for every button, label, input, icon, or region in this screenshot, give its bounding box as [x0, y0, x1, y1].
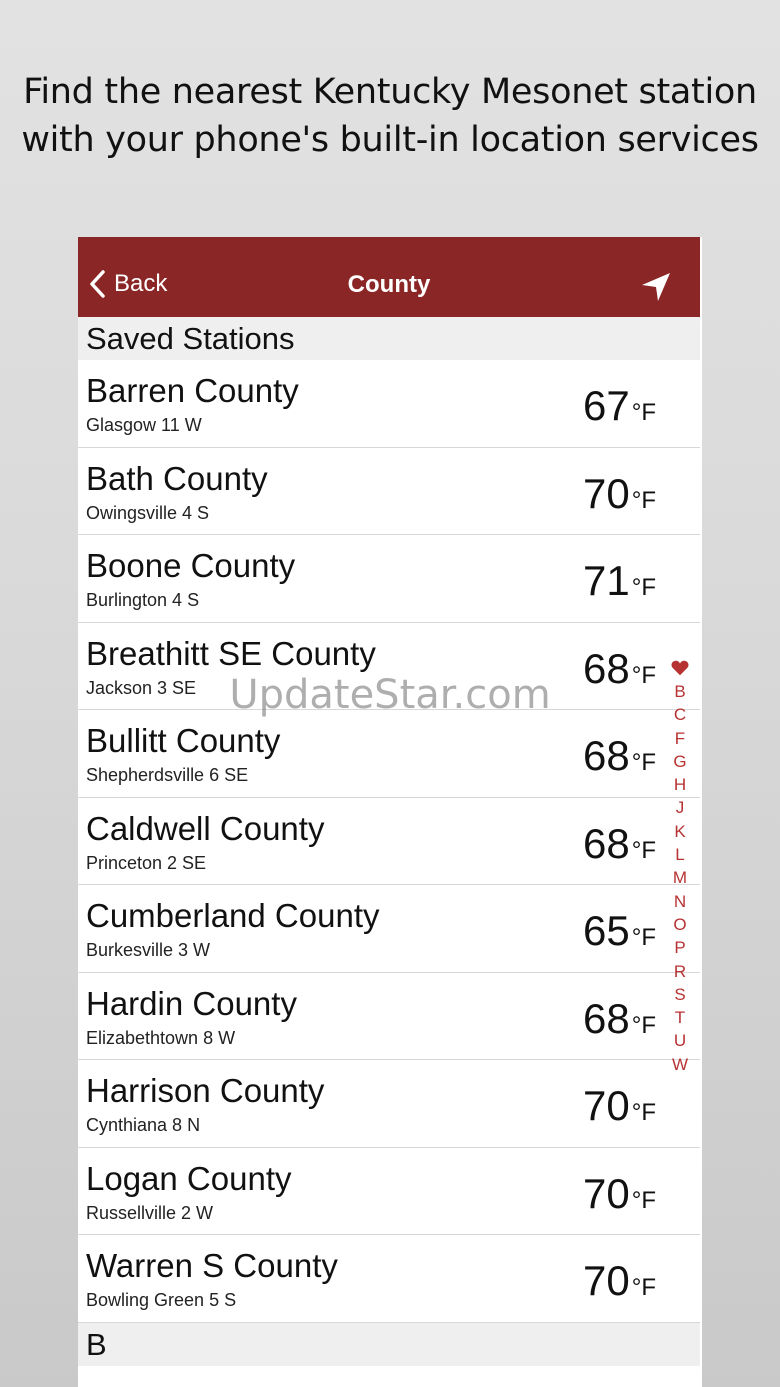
index-letter[interactable]: L	[675, 843, 684, 866]
navigation-bar: Back County	[78, 237, 700, 317]
station-row[interactable]: Breathitt SE County Jackson 3 SE 68°F	[78, 622, 700, 710]
caption-line-2: with your phone's built-in location serv…	[21, 120, 759, 160]
station-row[interactable]: Hardin County Elizabethtown 8 W 68°F	[78, 972, 700, 1060]
location-arrow-icon[interactable]	[640, 271, 672, 303]
index-letter[interactable]: O	[673, 913, 686, 936]
temperature-unit: °F	[631, 1186, 656, 1214]
caption-line-1: Find the nearest Kentucky Mesonet statio…	[23, 72, 757, 112]
temperature-unit: °F	[631, 1274, 656, 1301]
station-county-name: Harrison County	[86, 1072, 325, 1109]
station-county-name: Bath County	[86, 459, 268, 497]
temperature-value: 70	[583, 1169, 630, 1217]
index-letter[interactable]: C	[674, 703, 686, 726]
station-county-name: Barren County	[86, 372, 299, 409]
temperature-value: 68	[583, 994, 630, 1042]
temperature-value: 68	[583, 819, 630, 867]
station-temperature: 68°F	[583, 645, 656, 693]
temperature-value: 70	[583, 1082, 630, 1129]
station-temperature: 70°F	[583, 1257, 656, 1305]
section-header-b: B	[78, 1323, 700, 1366]
station-temperature: 71°F	[583, 557, 656, 605]
temperature-value: 70	[583, 469, 630, 517]
index-letter[interactable]: J	[676, 796, 685, 819]
station-county-name: Logan County	[86, 1159, 292, 1197]
station-temperature: 70°F	[583, 1170, 656, 1218]
station-temperature: 70°F	[583, 1082, 656, 1130]
station-county-name: Breathitt SE County	[86, 634, 376, 672]
temperature-value: 65	[583, 907, 630, 954]
temperature-unit: °F	[631, 749, 656, 776]
temperature-unit: °F	[631, 836, 656, 864]
page-title: County	[347, 271, 431, 298]
alphabet-index[interactable]: BCFGHJKLMNOPRSTUW	[668, 657, 692, 1076]
station-row[interactable]: Logan County Russellville 2 W 70°F	[78, 1147, 700, 1235]
station-temperature: 68°F	[583, 820, 656, 868]
station-temperature: 70°F	[583, 470, 656, 518]
station-row[interactable]: Bath County Owingsville 4 S 70°F	[78, 447, 700, 535]
section-header-saved: Saved Stations	[78, 317, 700, 360]
station-location: Jackson 3 SE	[86, 677, 197, 698]
promo-caption: Find the nearest Kentucky Mesonet statio…	[0, 68, 780, 164]
station-location: Shepherdsville 6 SE	[86, 765, 249, 785]
station-county-name: Hardin County	[86, 984, 297, 1022]
index-letter[interactable]: B	[674, 680, 685, 703]
station-row[interactable]: Warren S County Bowling Green 5 S 70°F	[78, 1235, 700, 1323]
station-row[interactable]: Bullitt County Shepherdsville 6 SE 68°F	[78, 710, 700, 798]
index-letter[interactable]: S	[674, 983, 685, 1006]
station-row[interactable]: Barren County Glasgow 11 W 67°F	[78, 360, 700, 448]
temperature-unit: °F	[631, 574, 656, 601]
index-letter[interactable]: R	[674, 960, 686, 983]
heart-icon[interactable]	[671, 659, 689, 677]
temperature-value: 68	[583, 732, 630, 779]
temperature-value: 70	[583, 1257, 630, 1304]
index-letter[interactable]: W	[672, 1053, 688, 1076]
station-location: Glasgow 11 W	[86, 415, 202, 435]
station-location: Princeton 2 SE	[86, 852, 207, 873]
station-row[interactable]: Cumberland County Burkesville 3 W 65°F	[78, 885, 700, 973]
station-location: Cynthiana 8 N	[86, 1115, 201, 1135]
temperature-unit: °F	[631, 661, 656, 689]
station-location: Burlington 4 S	[86, 590, 200, 610]
temperature-unit: °F	[631, 1011, 656, 1039]
index-letter[interactable]: M	[673, 866, 687, 889]
index-letter[interactable]: F	[675, 727, 685, 750]
station-temperature: 65°F	[583, 907, 656, 955]
station-county-name: Bullitt County	[86, 722, 281, 759]
temperature-unit: °F	[631, 486, 656, 514]
station-location: Elizabethtown 8 W	[86, 1027, 236, 1048]
temperature-value: 71	[583, 557, 630, 604]
station-location: Russellville 2 W	[86, 1202, 214, 1223]
app-screen: Back County Saved Stations Barren County…	[78, 237, 702, 1387]
station-county-name: Cumberland County	[86, 897, 380, 934]
temperature-value: 68	[583, 644, 630, 692]
station-temperature: 68°F	[583, 732, 656, 780]
station-row[interactable]: Boone County Burlington 4 S 71°F	[78, 535, 700, 623]
station-list: Barren County Glasgow 11 W 67°F Bath County…	[78, 360, 700, 1323]
index-letter[interactable]: U	[674, 1029, 686, 1052]
station-row[interactable]: Caldwell County Princeton 2 SE 68°F	[78, 797, 700, 885]
station-temperature: 67°F	[583, 382, 656, 430]
index-letter[interactable]: K	[674, 820, 685, 843]
index-letter[interactable]: N	[674, 890, 686, 913]
temperature-value: 67	[583, 382, 630, 429]
station-location: Burkesville 3 W	[86, 940, 211, 960]
index-letter[interactable]: T	[675, 1006, 685, 1029]
station-location: Owingsville 4 S	[86, 502, 210, 523]
station-county-name: Boone County	[86, 547, 296, 584]
temperature-unit: °F	[631, 1099, 656, 1126]
station-location: Bowling Green 5 S	[86, 1290, 237, 1310]
index-letter[interactable]: P	[674, 936, 685, 959]
station-temperature: 68°F	[583, 995, 656, 1043]
temperature-unit: °F	[631, 399, 656, 426]
temperature-unit: °F	[631, 924, 656, 951]
index-letter[interactable]: G	[673, 750, 686, 773]
station-row[interactable]: Harrison County Cynthiana 8 N 70°F	[78, 1060, 700, 1148]
station-county-name: Caldwell County	[86, 809, 325, 847]
index-letter[interactable]: H	[674, 773, 686, 796]
station-county-name: Warren S County	[86, 1247, 338, 1284]
